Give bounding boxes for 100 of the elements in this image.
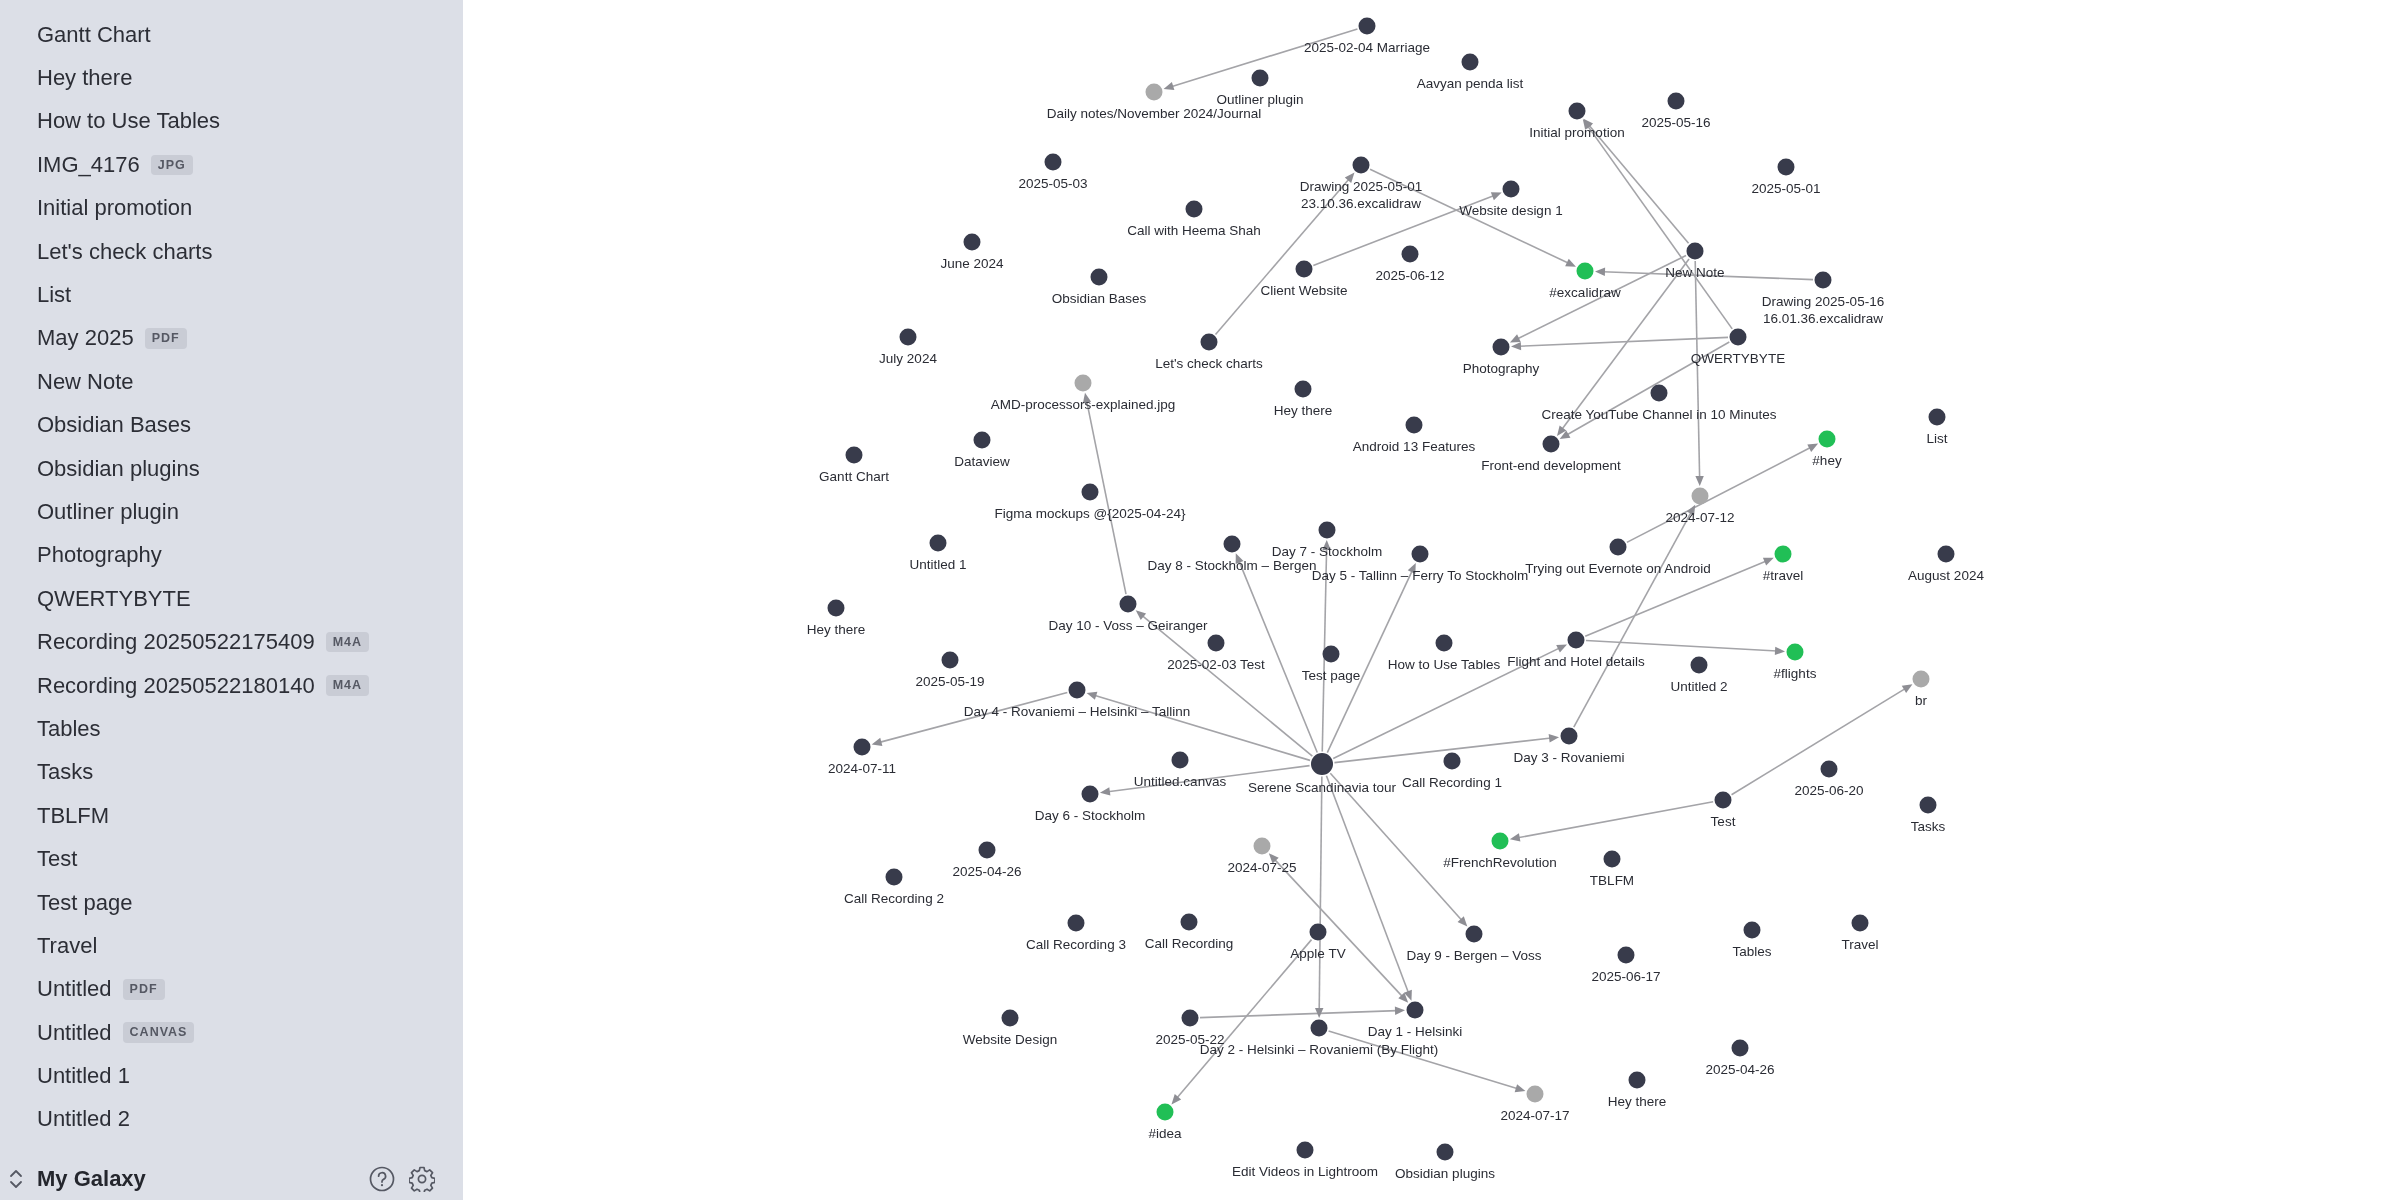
graph-node[interactable] [1461,53,1479,71]
graph-node[interactable] [1928,408,1946,426]
graph-node[interactable] [1185,200,1203,218]
file-link[interactable]: List [37,282,72,309]
file-link[interactable]: Gantt Chart [37,21,151,48]
file-link[interactable]: Untitled [37,1019,112,1046]
graph-node[interactable] [1729,328,1747,346]
graph-node[interactable] [1731,1039,1749,1057]
graph-node[interactable] [1609,538,1627,556]
graph-node[interactable] [1465,925,1483,943]
graph-node[interactable] [1310,1019,1328,1037]
vault-name[interactable]: My Galaxy [37,1166,146,1192]
graph-node[interactable] [1067,914,1085,932]
file-link[interactable]: Recording 20250522175409 [37,629,315,656]
graph-node[interactable] [1145,83,1163,101]
graph-node[interactable] [1435,634,1453,652]
file-link[interactable]: Photography [37,542,162,569]
graph-node[interactable] [1401,245,1419,263]
graph-node[interactable] [978,841,996,859]
graph-node[interactable] [1774,545,1792,563]
file-link[interactable]: Initial promotion [37,195,193,222]
graph-node[interactable] [1171,751,1189,769]
graph-node[interactable] [1074,374,1092,392]
graph-node[interactable] [1851,914,1869,932]
graph-node[interactable] [1542,435,1560,453]
graph-node[interactable] [1492,338,1510,356]
graph-node[interactable] [1318,521,1336,539]
graph-node[interactable] [1436,1143,1454,1161]
graph-node[interactable] [1567,631,1585,649]
graph-node[interactable] [1491,832,1509,850]
graph-node[interactable] [1919,796,1937,814]
graph-node[interactable] [1251,69,1269,87]
graph-node[interactable] [1411,545,1429,563]
graph-node[interactable] [1690,656,1708,674]
graph-node[interactable] [1912,670,1930,688]
graph-node[interactable] [1814,271,1832,289]
graph-node[interactable] [1502,180,1520,198]
graph-node[interactable] [1628,1071,1646,1089]
graph-node[interactable] [1406,1001,1424,1019]
file-link[interactable]: Test [37,846,78,873]
chevron-updown-icon[interactable] [9,1168,23,1190]
graph-node[interactable] [1820,760,1838,778]
graph-node[interactable] [1322,645,1340,663]
graph-node[interactable] [1743,921,1761,939]
graph-node[interactable] [1090,268,1108,286]
file-link[interactable]: Tasks [37,759,94,786]
graph-node[interactable] [1081,483,1099,501]
graph-node[interactable] [1294,380,1312,398]
graph-node[interactable] [1443,752,1461,770]
file-link[interactable]: Let's check charts [37,238,213,265]
graph-node[interactable] [941,651,959,669]
graph-node[interactable] [1560,727,1578,745]
graph-node[interactable] [1207,634,1225,652]
graph-node[interactable] [1296,1141,1314,1159]
graph-node[interactable] [1568,102,1586,120]
graph-node[interactable] [973,431,991,449]
file-link[interactable]: Untitled [37,976,112,1003]
graph-node[interactable] [1081,785,1099,803]
file-link[interactable]: Untitled 2 [37,1106,130,1133]
graph-node[interactable] [1181,1009,1199,1027]
settings-icon[interactable] [409,1166,435,1192]
file-link[interactable]: New Note [37,368,134,395]
file-link[interactable]: TBLFM [37,802,110,829]
file-link[interactable]: Obsidian Bases [37,412,192,439]
graph-node[interactable] [1223,535,1241,553]
graph-node[interactable] [929,534,947,552]
graph-node[interactable] [1295,260,1313,278]
graph-node[interactable] [1253,837,1271,855]
graph-node[interactable] [1309,923,1327,941]
file-link[interactable]: Untitled 1 [37,1063,130,1090]
file-link[interactable]: QWERTYBYTE [37,585,191,612]
graph-node[interactable] [1617,946,1635,964]
graph-node[interactable] [853,738,871,756]
graph-node[interactable] [1358,17,1376,35]
graph-node[interactable] [1526,1085,1544,1103]
help-icon[interactable] [369,1166,395,1192]
graph-node[interactable] [1650,384,1668,402]
file-link[interactable]: Obsidian plugins [37,455,200,482]
graph-node[interactable] [1352,156,1370,174]
graph-node[interactable] [1818,430,1836,448]
graph-node[interactable] [827,599,845,617]
graph-node[interactable] [1603,850,1621,868]
graph-node[interactable] [1777,158,1795,176]
graph-node[interactable] [1576,262,1594,280]
graph-node[interactable] [845,446,863,464]
file-link[interactable]: Recording 20250522180140 [37,672,315,699]
file-link[interactable]: Travel [37,932,98,959]
graph-node[interactable] [899,328,917,346]
graph-node[interactable] [1714,791,1732,809]
file-link[interactable]: Tables [37,715,101,742]
graph-node[interactable] [1068,681,1086,699]
graph-node[interactable] [1044,153,1062,171]
graph-node[interactable] [963,233,981,251]
graph-node[interactable] [1667,92,1685,110]
file-link[interactable]: How to Use Tables [37,108,220,135]
graph-node[interactable] [1786,643,1804,661]
graph-node[interactable] [1180,913,1198,931]
file-link[interactable]: IMG_4176 [37,151,140,178]
graph-node[interactable] [1691,487,1709,505]
file-link[interactable]: Outliner plugin [37,499,179,525]
